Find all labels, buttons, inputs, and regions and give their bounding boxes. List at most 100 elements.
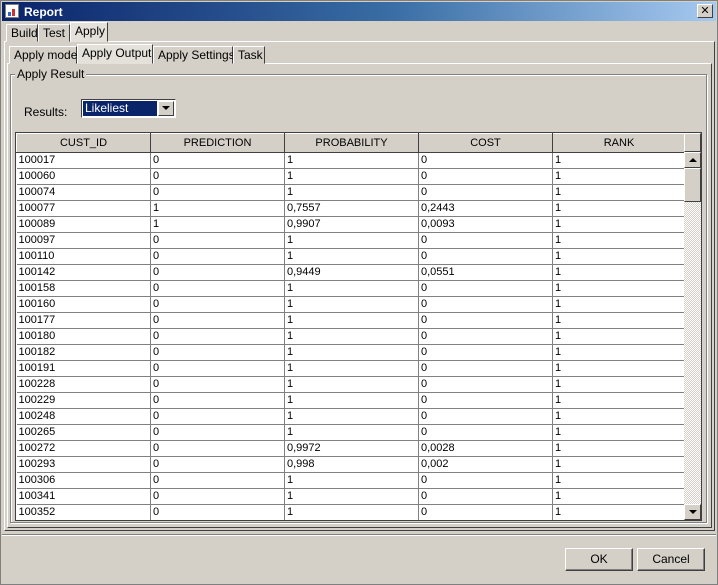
table-cell[interactable]: 0	[418, 504, 553, 520]
table-cell[interactable]: 0,998	[284, 456, 419, 473]
table-row[interactable]: 100341 0 1 0 1	[16, 488, 686, 505]
table-cell[interactable]: 1	[150, 200, 285, 217]
table-cell[interactable]: 1	[284, 504, 419, 520]
table-row[interactable]: 100248 0 1 0 1	[16, 408, 686, 425]
table-cell[interactable]: 1	[284, 360, 419, 377]
table-row[interactable]: 100158 0 1 0 1	[16, 280, 686, 297]
table-row[interactable]: 100180 0 1 0 1	[16, 328, 686, 345]
table-row[interactable]: 100229 0 1 0 1	[16, 392, 686, 409]
table-cell[interactable]: 100272	[16, 440, 151, 457]
table-cell[interactable]: 100060	[16, 168, 151, 185]
table-cell[interactable]: 1	[284, 344, 419, 361]
table-cell[interactable]: 0	[150, 424, 285, 441]
table-cell[interactable]: 1	[284, 248, 419, 265]
table-cell[interactable]: 100180	[16, 328, 151, 345]
table-cell[interactable]: 1	[552, 168, 686, 185]
table-cell[interactable]: 0	[418, 424, 553, 441]
ok-button[interactable]: OK	[565, 548, 633, 571]
table-cell[interactable]: 0	[418, 248, 553, 265]
table-cell[interactable]: 1	[552, 440, 686, 457]
table-cell[interactable]: 1	[552, 360, 686, 377]
table-row[interactable]: 100089 1 0,9907 0,0093 1	[16, 216, 686, 233]
table-cell[interactable]: 100229	[16, 392, 151, 409]
column-header-cost[interactable]: COST	[418, 133, 553, 153]
table-row[interactable]: 100077 1 0,7557 0,2443 1	[16, 200, 686, 217]
table-cell[interactable]: 0	[418, 152, 553, 169]
table-cell[interactable]: 100306	[16, 472, 151, 489]
table-cell[interactable]: 1	[552, 152, 686, 169]
table-cell[interactable]: 1	[284, 424, 419, 441]
table-row[interactable]: 100160 0 1 0 1	[16, 296, 686, 313]
tab-test[interactable]: Test	[38, 24, 70, 42]
table-cell[interactable]: 1	[552, 344, 686, 361]
table-row[interactable]: 100265 0 1 0 1	[16, 424, 686, 441]
table-cell[interactable]: 1	[284, 328, 419, 345]
table-cell[interactable]: 0	[150, 232, 285, 249]
table-cell[interactable]: 1	[284, 408, 419, 425]
table-cell[interactable]: 0	[150, 328, 285, 345]
table-cell[interactable]: 100158	[16, 280, 151, 297]
tab-apply-settings[interactable]: Apply Settings	[153, 46, 235, 64]
table-cell[interactable]: 100248	[16, 408, 151, 425]
table-cell[interactable]: 0	[418, 328, 553, 345]
table-cell[interactable]: 100097	[16, 232, 151, 249]
table-row[interactable]: 100293 0 0,998 0,002 1	[16, 456, 686, 473]
table-cell[interactable]: 1	[284, 312, 419, 329]
table-cell[interactable]: 0,0551	[418, 264, 553, 281]
tab-task[interactable]: Task	[233, 46, 265, 64]
table-cell[interactable]: 100160	[16, 296, 151, 313]
table-cell[interactable]: 0,9449	[284, 264, 419, 281]
table-cell[interactable]: 1	[284, 168, 419, 185]
table-cell[interactable]: 100017	[16, 152, 151, 169]
tab-apply-output[interactable]: Apply Output	[77, 44, 153, 64]
table-cell[interactable]: 0	[418, 360, 553, 377]
table-row[interactable]: 100074 0 1 0 1	[16, 184, 686, 201]
table-row[interactable]: 100097 0 1 0 1	[16, 232, 686, 249]
table-cell[interactable]: 100265	[16, 424, 151, 441]
scrollbar-thumb[interactable]	[684, 168, 701, 202]
table-cell[interactable]: 0	[150, 488, 285, 505]
table-cell[interactable]: 1	[552, 264, 686, 281]
table-cell[interactable]: 0	[150, 440, 285, 457]
table-cell[interactable]: 0	[418, 312, 553, 329]
tab-apply[interactable]: Apply	[70, 22, 108, 42]
scroll-down-icon[interactable]	[684, 504, 701, 520]
tab-apply-model[interactable]: Apply model	[9, 46, 80, 64]
table-cell[interactable]: 0,7557	[284, 200, 419, 217]
column-header-probability[interactable]: PROBABILITY	[284, 133, 419, 153]
table-cell[interactable]: 1	[284, 488, 419, 505]
table-cell[interactable]: 100352	[16, 504, 151, 520]
table-cell[interactable]: 0	[150, 376, 285, 393]
table-cell[interactable]: 100089	[16, 216, 151, 233]
table-cell[interactable]: 1	[552, 248, 686, 265]
table-cell[interactable]: 1	[552, 216, 686, 233]
table-cell[interactable]: 0	[150, 184, 285, 201]
table-cell[interactable]: 0	[150, 392, 285, 409]
table-cell[interactable]: 0	[418, 472, 553, 489]
table-cell[interactable]: 0	[418, 392, 553, 409]
table-cell[interactable]: 100293	[16, 456, 151, 473]
table-cell[interactable]: 1	[552, 312, 686, 329]
table-cell[interactable]: 0	[418, 232, 553, 249]
table-cell[interactable]: 0	[418, 488, 553, 505]
results-dropdown[interactable]: Likeliest	[81, 99, 176, 118]
table-cell[interactable]: 100074	[16, 184, 151, 201]
table-cell[interactable]: 0	[150, 456, 285, 473]
table-cell[interactable]: 0	[150, 296, 285, 313]
close-button[interactable]: ✕	[697, 4, 713, 18]
table-cell[interactable]: 100142	[16, 264, 151, 281]
table-cell[interactable]: 1	[552, 488, 686, 505]
results-table[interactable]: CUST_ID PREDICTION PROBABILITY COST RANK 100…	[15, 132, 702, 521]
table-row[interactable]: 100110 0 1 0 1	[16, 248, 686, 265]
table-row[interactable]: 100228 0 1 0 1	[16, 376, 686, 393]
scroll-up-icon[interactable]	[684, 152, 701, 168]
table-cell[interactable]: 0	[418, 408, 553, 425]
column-header-prediction[interactable]: PREDICTION	[150, 133, 285, 153]
table-cell[interactable]: 100228	[16, 376, 151, 393]
table-cell[interactable]: 0	[150, 312, 285, 329]
table-cell[interactable]: 0	[418, 376, 553, 393]
table-cell[interactable]: 0	[418, 184, 553, 201]
table-cell[interactable]: 1	[552, 408, 686, 425]
table-cell[interactable]: 1	[150, 216, 285, 233]
table-cell[interactable]: 1	[284, 152, 419, 169]
